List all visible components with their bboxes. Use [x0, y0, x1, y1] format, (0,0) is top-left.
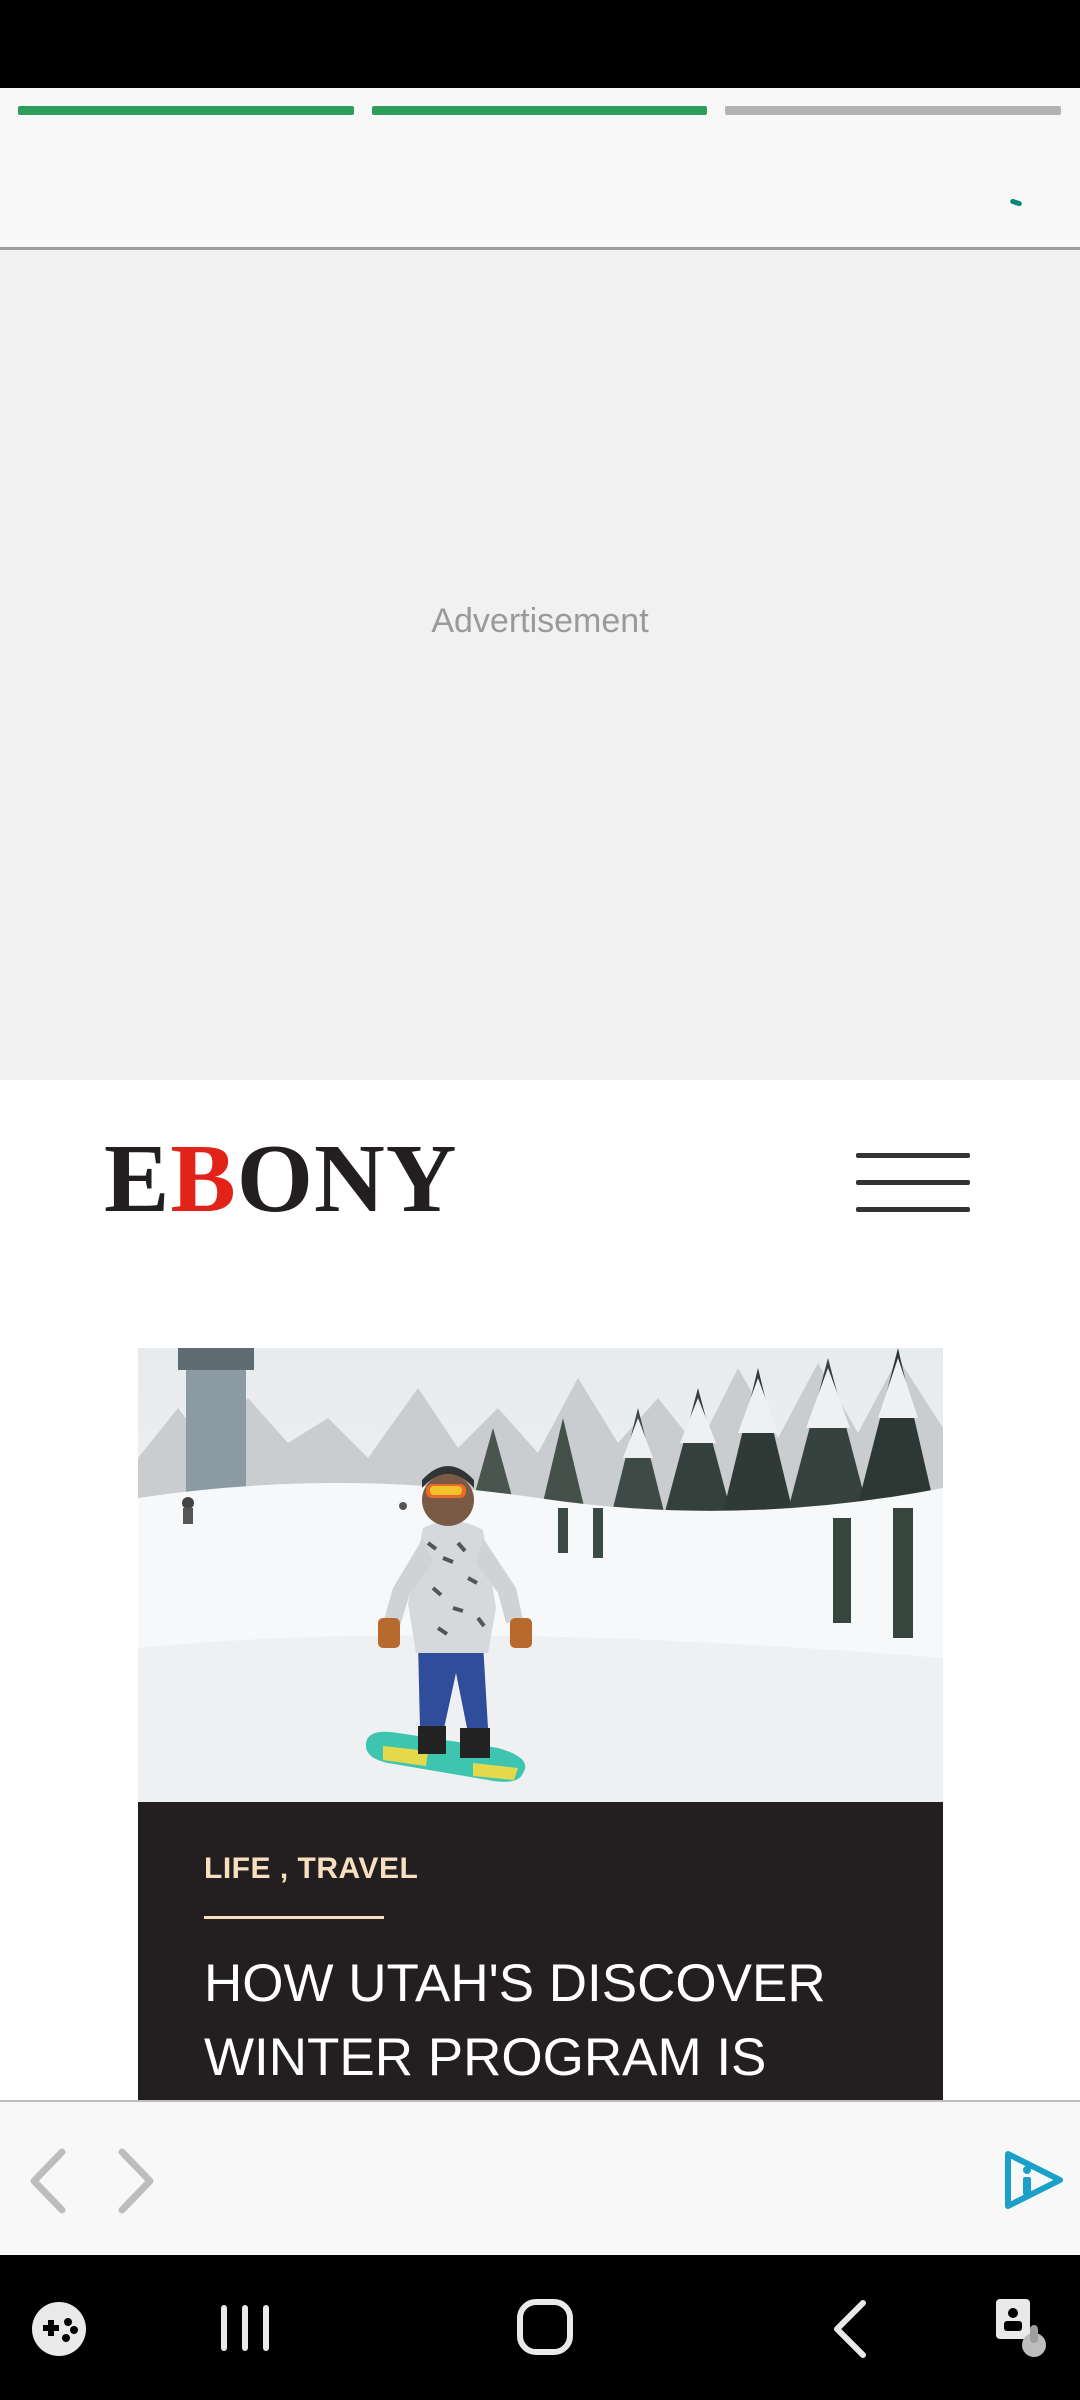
loading-spinner-icon — [1009, 198, 1023, 207]
chevron-right-icon[interactable] — [112, 2146, 162, 2216]
advertisement-label: Advertisement — [431, 602, 649, 640]
category-underline — [204, 1916, 384, 1919]
article-summary-panel[interactable]: LIFE , TRAVEL HOW UTAH'S DISCOVER WINTER… — [138, 1802, 943, 2100]
game-launcher-icon[interactable] — [30, 2300, 88, 2358]
logo-letter: N — [313, 1125, 386, 1233]
recent-apps-icon[interactable] — [215, 2301, 275, 2355]
browser-toolbar — [0, 2100, 1080, 2255]
article-image[interactable] — [138, 1348, 943, 1802]
logo-letter: B — [170, 1125, 237, 1233]
system-navigation-bar — [0, 2255, 1080, 2400]
site-header: EBONY — [0, 1080, 1080, 1300]
article-card[interactable]: LIFE , TRAVEL HOW UTAH'S DISCOVER WINTER… — [138, 1348, 943, 2100]
logo-letter: O — [236, 1125, 314, 1233]
home-icon[interactable] — [515, 2297, 575, 2357]
story-progress-segment — [372, 106, 707, 115]
back-icon[interactable] — [825, 2297, 875, 2361]
article-title[interactable]: HOW UTAH'S DISCOVER WINTER PROGRAM IS — [204, 1947, 904, 2095]
logo-letter: Y — [385, 1125, 458, 1233]
advertisement-slot[interactable]: Advertisement — [0, 250, 1080, 1080]
article-category[interactable]: LIFE , TRAVEL — [204, 1852, 418, 1886]
story-progress-segment — [18, 106, 354, 115]
story-header — [0, 88, 1080, 250]
status-bar — [0, 0, 1080, 88]
story-progress-segment — [725, 106, 1061, 115]
ebony-logo[interactable]: EBONY — [104, 1130, 458, 1228]
chevron-left-icon[interactable] — [22, 2146, 72, 2216]
accessibility-icon[interactable] — [990, 2295, 1054, 2361]
hamburger-menu-icon[interactable] — [856, 1150, 974, 1218]
play-info-icon[interactable] — [1000, 2148, 1066, 2212]
logo-letter: E — [104, 1125, 171, 1233]
